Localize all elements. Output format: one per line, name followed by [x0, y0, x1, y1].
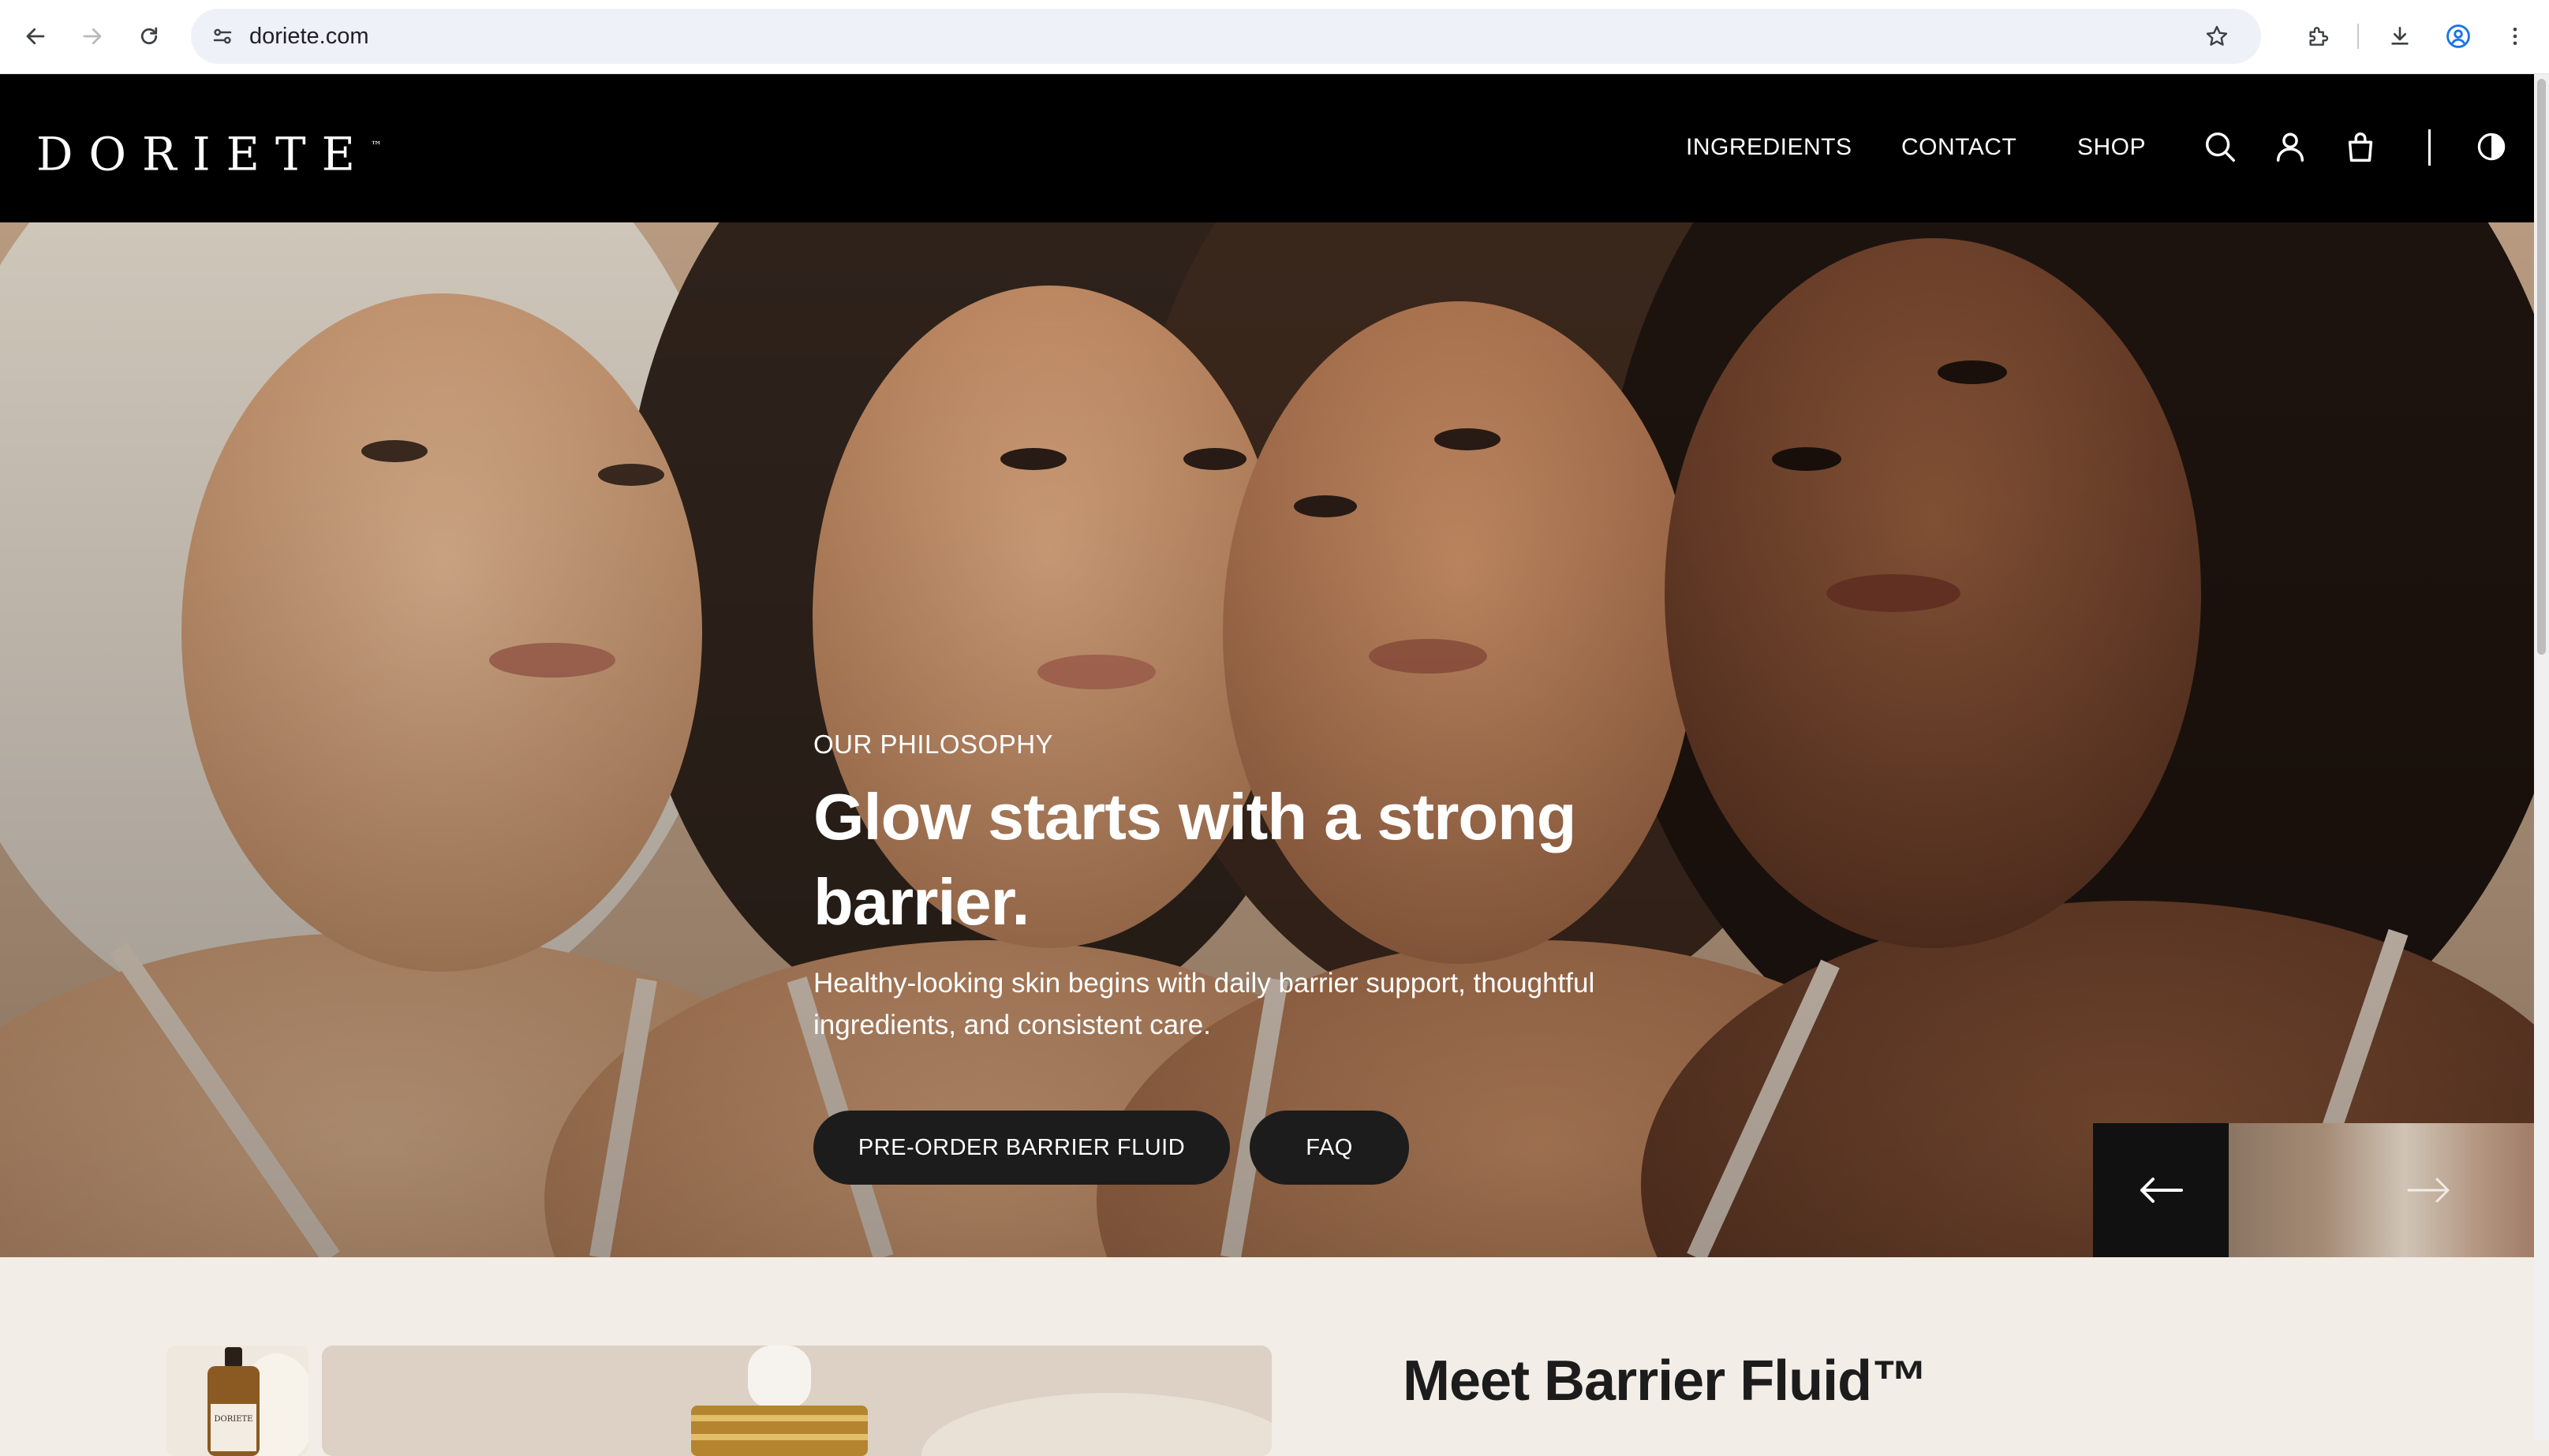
site-info-button[interactable]: [202, 16, 243, 57]
download-icon: [2391, 27, 2409, 45]
product-thumbnail[interactable]: DORIETE: [166, 1346, 308, 1456]
nav-ingredients[interactable]: INGREDIENTS: [1686, 129, 1852, 166]
profile-icon: [2446, 24, 2470, 48]
extensions-icon: [2309, 27, 2329, 46]
back-button[interactable]: [15, 16, 56, 57]
arrow-left-icon: [2140, 1178, 2183, 1203]
profile-button[interactable]: [2438, 16, 2479, 57]
hero-subtitle: Healthy-looking skin begins with daily b…: [813, 968, 1595, 1040]
search-icon: [2205, 132, 2235, 162]
product-bottle-image: DORIETE: [166, 1346, 308, 1456]
star-icon: [2206, 25, 2228, 46]
brand-trademark: ™: [371, 140, 382, 152]
site-info-icon: [213, 28, 232, 44]
bottle-label-text: DORIETE: [215, 1415, 253, 1424]
account-button[interactable]: [2267, 123, 2314, 170]
toolbar-divider: [2357, 24, 2359, 49]
faq-button[interactable]: FAQ: [1250, 1111, 1409, 1185]
site-header: DORIETE™ INGREDIENTS CONTACT SHOP: [0, 74, 2549, 222]
page-scrollbar-thumb[interactable]: [2537, 79, 2546, 655]
search-button[interactable]: [2196, 123, 2244, 170]
bookmark-button[interactable]: [2196, 16, 2237, 57]
brand-logo[interactable]: DORIETE™: [36, 123, 382, 181]
nav-contact[interactable]: CONTACT: [1901, 129, 2016, 166]
account-icon: [2276, 133, 2304, 162]
cart-button[interactable]: [2337, 123, 2384, 170]
hero-title: Glow starts with a strong barrier.: [813, 780, 1577, 939]
product-dropper-image: [322, 1346, 1272, 1456]
theme-toggle-icon: [2477, 133, 2506, 161]
product-main-image: [322, 1346, 1272, 1456]
forward-icon: [83, 28, 102, 45]
back-icon: [26, 28, 45, 45]
preorder-button[interactable]: PRE-ORDER BARRIER FLUID: [813, 1111, 1230, 1185]
more-menu-icon: [2513, 28, 2517, 45]
cart-icon: [2348, 133, 2373, 162]
hero-eyebrow: OUR PHILOSOPHY: [813, 730, 1054, 759]
browser-toolbar: doriete.com: [0, 0, 2549, 74]
nav-shop[interactable]: SHOP: [2077, 129, 2146, 166]
brand-name: DORIETE: [36, 127, 371, 181]
forward-button[interactable]: [72, 16, 113, 57]
more-menu-button[interactable]: [2495, 16, 2536, 57]
hero-slider-nav: [2093, 1123, 2549, 1257]
arrow-right-icon: [2407, 1178, 2450, 1203]
theme-toggle-button[interactable]: [2468, 123, 2515, 170]
slider-prev-button[interactable]: [2093, 1123, 2229, 1257]
downloads-button[interactable]: [2379, 16, 2420, 57]
header-divider: [2428, 129, 2431, 166]
slider-next-button[interactable]: [2361, 1123, 2497, 1257]
url-text[interactable]: doriete.com: [249, 9, 369, 64]
address-bar[interactable]: doriete.com: [191, 9, 2261, 64]
extensions-button[interactable]: [2297, 16, 2338, 57]
hero-text-block: OUR PHILOSOPHY Glow starts with a strong…: [813, 729, 1721, 1046]
reload-icon: [140, 27, 158, 45]
reload-button[interactable]: [129, 16, 170, 57]
product-title: Meet Barrier Fluid™: [1403, 1350, 1928, 1413]
